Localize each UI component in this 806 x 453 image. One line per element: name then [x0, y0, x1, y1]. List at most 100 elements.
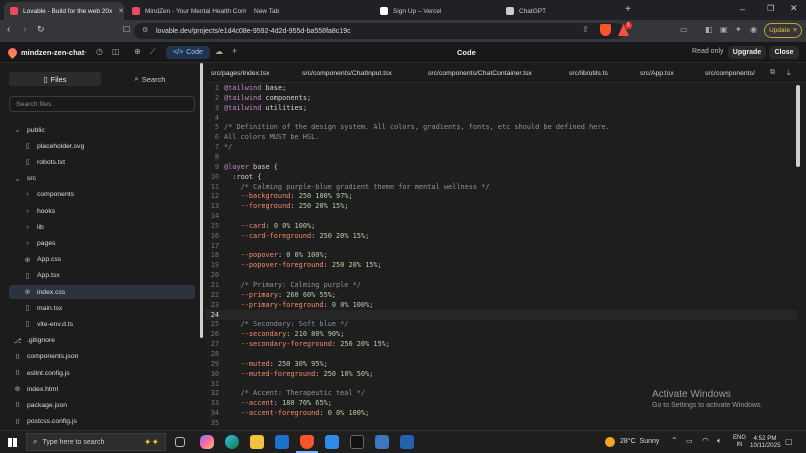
- braces-icon: {}: [15, 353, 20, 360]
- editor-tab[interactable]: src/lib/utils.ts: [569, 63, 629, 83]
- weather-text[interactable]: 28°C Sunny: [620, 438, 659, 445]
- add-view-icon[interactable]: +: [232, 46, 237, 56]
- brave-shield-icon[interactable]: [600, 24, 611, 36]
- window-close-button[interactable]: ✕: [790, 3, 798, 14]
- line-number: 3: [214, 103, 219, 112]
- editor-tab[interactable]: src/App.tsx: [640, 63, 695, 83]
- chevron-up-icon[interactable]: ⌃: [671, 436, 678, 445]
- lovable-logo-icon: [6, 46, 19, 59]
- update-button[interactable]: Update ≡: [764, 23, 802, 38]
- file-tree-item[interactable]: ⊕ App.css: [9, 253, 195, 267]
- file-tree-item[interactable]: {} components.json: [9, 350, 195, 364]
- tab-close-icon[interactable]: ✕: [112, 7, 124, 15]
- clock[interactable]: 4:52 PM 10/11/2025: [750, 435, 781, 449]
- vpn-icon[interactable]: ◉: [750, 25, 757, 34]
- browser-tab[interactable]: Lovable - Build for the web 20x ✕: [4, 2, 124, 20]
- analytics-icon[interactable]: ⟋: [150, 47, 156, 57]
- screenshot-icon[interactable]: ▭: [680, 25, 688, 34]
- reload-icon[interactable]: ↻: [37, 24, 45, 35]
- preview-icon[interactable]: ⊕: [134, 47, 141, 56]
- browser-tab[interactable]: MindZen - Your Mental Health Comp: [126, 2, 246, 20]
- file-explorer-icon[interactable]: [250, 435, 264, 449]
- code-token: --foreground: [224, 202, 291, 211]
- file-tree-item[interactable]: {} postcss.config.js: [9, 415, 195, 429]
- windows-start-icon[interactable]: [8, 438, 17, 447]
- file-tree-item[interactable]: ⎇ .gitignore: [9, 334, 195, 348]
- file-tree-item[interactable]: › lib: [9, 220, 195, 234]
- close-panel-button[interactable]: Close: [769, 46, 799, 59]
- browser-tab[interactable]: ChatGPT: [500, 2, 622, 20]
- download-icon[interactable]: ⤓: [787, 68, 791, 78]
- code-line: --popover: 0 0% 100%;: [224, 251, 328, 259]
- file-tree-item[interactable]: ⊕ index.css: [9, 285, 195, 299]
- editor-tab[interactable]: src/components/ChatContainer.tsx: [428, 63, 563, 83]
- line-number: 9: [214, 162, 219, 171]
- history-icon[interactable]: ◷: [96, 47, 103, 56]
- file-tree-scrollbar[interactable]: [200, 63, 203, 338]
- app-icon-blue[interactable]: [375, 435, 389, 449]
- file-tree-item[interactable]: {} package.json: [9, 398, 195, 412]
- sidebar-icon[interactable]: ◧: [705, 25, 713, 34]
- minimize-button[interactable]: –: [740, 4, 745, 14]
- terminal-icon[interactable]: [350, 435, 364, 449]
- editor-tab[interactable]: src/components/: [705, 63, 765, 83]
- back-icon[interactable]: ‹: [7, 24, 10, 35]
- file-tree-item[interactable]: ▯ placeholder.svg: [9, 139, 195, 153]
- browser-tab[interactable]: New Tab: [248, 2, 368, 20]
- code-token: --popover-foreground: [224, 261, 324, 270]
- powershell-icon[interactable]: [400, 435, 414, 449]
- code-area[interactable]: 1 @tailwind base; 2 @tailwind components; 3 @…: [205, 83, 797, 430]
- file-tree-item[interactable]: › pages: [9, 236, 195, 250]
- leo-icon[interactable]: ✦: [735, 25, 742, 34]
- file-tree-item[interactable]: {} eslint.config.js: [9, 366, 195, 380]
- editor-scrollbar[interactable]: [796, 85, 800, 167]
- code-token: @tailwind: [224, 93, 262, 102]
- url-text: lovable.dev/projects/e1d4c08e-9592-4d2d-…: [156, 27, 351, 35]
- lang-text: ENG: [733, 435, 747, 441]
- code-view-button[interactable]: </> Code: [166, 46, 210, 59]
- copilot-icon[interactable]: [200, 435, 214, 449]
- file-tree-item[interactable]: ▯ App.tsx: [9, 269, 195, 283]
- chevron-down-icon[interactable]: ⌄: [83, 48, 88, 55]
- brave-icon[interactable]: [300, 435, 314, 449]
- file-tree-item[interactable]: ▯ vite-env.d.ts: [9, 317, 195, 331]
- file-tree-item[interactable]: ⌄ public: [9, 123, 195, 137]
- share-icon[interactable]: ⇪: [582, 25, 589, 34]
- browser-tab[interactable]: Sign Up – Vercel: [374, 2, 496, 20]
- wallet-icon[interactable]: ▣: [720, 25, 728, 34]
- outlook-icon[interactable]: [275, 435, 289, 449]
- site-info-icon[interactable]: ⚙: [142, 26, 148, 34]
- edge-icon[interactable]: [225, 435, 239, 449]
- file-tree-item[interactable]: › hooks: [9, 204, 195, 218]
- files-tab[interactable]: ▯ Files: [9, 72, 101, 86]
- file-tree-item[interactable]: ⌄ src: [9, 172, 195, 186]
- file-tree-item[interactable]: › components: [9, 188, 195, 202]
- address-bar[interactable]: ⚙ lovable.dev/projects/e1d4c08e-9592-4d2…: [134, 23, 624, 39]
- project-name[interactable]: mindzen-zen-chat: [21, 48, 84, 57]
- file-tree-item[interactable]: ▯ main.tsx: [9, 301, 195, 315]
- network-icon[interactable]: ▭: [686, 437, 693, 445]
- volume-icon[interactable]: 🔈︎: [717, 436, 722, 446]
- cloud-icon[interactable]: ☁: [215, 47, 223, 56]
- new-tab-button[interactable]: +: [625, 4, 631, 15]
- search-tab[interactable]: ⌕ Search: [104, 72, 196, 86]
- copy-icon[interactable]: ⧉: [770, 69, 775, 77]
- task-view-icon[interactable]: [175, 437, 185, 447]
- file-tree-item[interactable]: ⊕ index.html: [9, 382, 195, 396]
- editor-tab[interactable]: src/components/ChatInput.tsx: [302, 63, 422, 83]
- bookmark-icon[interactable]: ☐: [123, 25, 130, 34]
- code-token: 250 20% 15%: [298, 202, 345, 211]
- wifi-icon[interactable]: ◠: [702, 436, 709, 445]
- maximize-button[interactable]: ❐: [767, 4, 774, 13]
- upgrade-button[interactable]: Upgrade: [728, 46, 766, 59]
- taskbar-search-box[interactable]: ⌕ Type here to search ✦✦: [26, 433, 166, 451]
- language-indicator[interactable]: ENG IN: [733, 435, 746, 449]
- editor-tab[interactable]: src/pages/Index.tsx: [211, 63, 301, 83]
- search-files-input[interactable]: Search files: [9, 96, 195, 112]
- notifications-icon[interactable]: ▢: [785, 437, 793, 446]
- forward-icon[interactable]: ›: [23, 24, 26, 35]
- code-line: :root {: [224, 173, 261, 181]
- vscode-icon[interactable]: [325, 435, 339, 449]
- panel-toggle-icon[interactable]: ◫: [112, 47, 120, 56]
- file-tree-item[interactable]: ▯ robots.txt: [9, 155, 195, 169]
